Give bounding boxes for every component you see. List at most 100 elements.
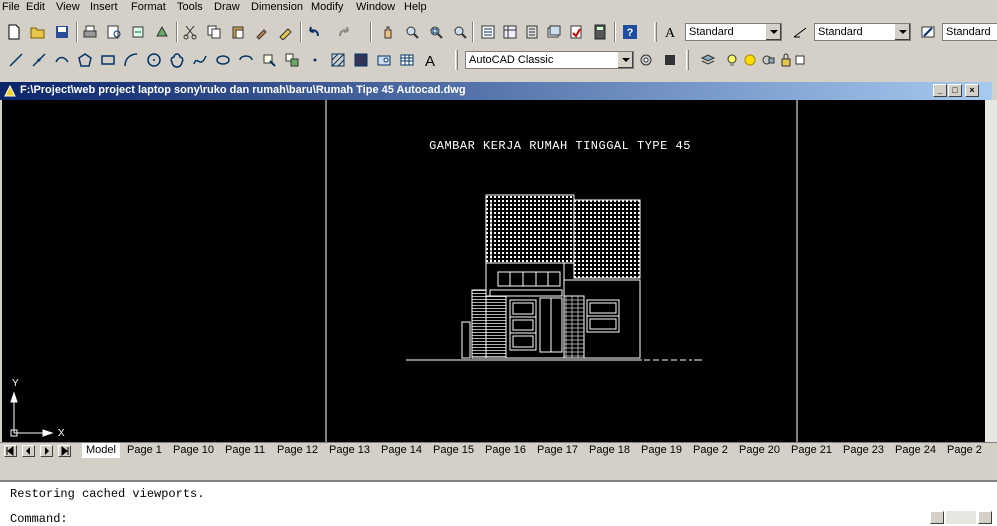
menu-insert[interactable]: Insert [90, 1, 118, 13]
first-tab-icon[interactable] [4, 445, 17, 457]
gradient-icon[interactable] [351, 50, 371, 70]
close-button[interactable]: × [965, 84, 979, 97]
menu-window[interactable]: Window [356, 1, 395, 13]
circle-icon[interactable] [144, 50, 164, 70]
insert-block-icon[interactable] [259, 50, 279, 70]
tab-page-15[interactable]: Page 15 [429, 443, 478, 458]
cut-icon[interactable] [180, 22, 200, 42]
point-icon[interactable] [305, 50, 325, 70]
workspace-icon[interactable] [660, 50, 680, 70]
text-style-select[interactable]: Standard [685, 23, 782, 41]
design-center-icon[interactable] [500, 22, 520, 42]
menu-modify[interactable]: Modify [311, 1, 343, 13]
redo-icon[interactable] [334, 22, 354, 42]
arc-icon[interactable] [121, 50, 141, 70]
tab-page-16[interactable]: Page 16 [481, 443, 530, 458]
block-editor-icon[interactable] [276, 22, 296, 42]
ellipse-icon[interactable] [213, 50, 233, 70]
tab-page-13[interactable]: Page 13 [325, 443, 374, 458]
menu-help[interactable]: Help [404, 1, 427, 13]
tab-model[interactable]: Model [82, 443, 120, 458]
vertical-scrollbar[interactable] [985, 100, 997, 442]
paste-icon[interactable] [228, 22, 248, 42]
calculator-icon[interactable] [590, 22, 610, 42]
dimension-style-icon[interactable] [790, 22, 810, 42]
line-icon[interactable] [6, 50, 26, 70]
scroll-left-icon[interactable] [930, 511, 944, 524]
chevron-down-icon[interactable] [765, 24, 781, 40]
pan-icon[interactable] [378, 22, 398, 42]
drawing-canvas[interactable]: GAMBAR KERJA RUMAH TINGGAL TYPE 45 Y X [2, 100, 985, 442]
plot-icon[interactable] [80, 22, 100, 42]
table-icon[interactable] [397, 50, 417, 70]
menu-dimension[interactable]: Dimension [251, 1, 303, 13]
tab-page-11[interactable]: Page 11 [221, 443, 269, 458]
polyline-icon[interactable] [52, 50, 72, 70]
spline-icon[interactable] [190, 50, 210, 70]
tab-page-17[interactable]: Page 17 [533, 443, 582, 458]
new-icon[interactable] [4, 22, 24, 42]
zoom-realtime-icon[interactable] [402, 22, 422, 42]
table-style-select[interactable]: Standard [942, 23, 997, 41]
sheet-set-icon[interactable] [544, 22, 564, 42]
toolbar-grip[interactable] [686, 50, 689, 70]
menu-file[interactable]: File [2, 1, 20, 13]
layer-manager-icon[interactable] [698, 50, 718, 70]
workspace-select[interactable]: AutoCAD Classic [465, 51, 634, 69]
prev-tab-icon[interactable] [22, 445, 35, 457]
tab-page-20[interactable]: Page 20 [735, 443, 784, 458]
chevron-down-icon[interactable] [617, 52, 633, 68]
zoom-window-icon[interactable] [426, 22, 446, 42]
scroll-right-icon[interactable] [978, 511, 992, 524]
text-style-icon[interactable]: A [660, 22, 680, 42]
autocad-document-icon[interactable] [3, 84, 17, 98]
chevron-down-icon[interactable] [894, 24, 910, 40]
properties-icon[interactable] [478, 22, 498, 42]
hatch-icon[interactable] [328, 50, 348, 70]
rectangle-icon[interactable] [98, 50, 118, 70]
help-icon[interactable]: ? [620, 22, 640, 42]
revision-cloud-icon[interactable] [167, 50, 187, 70]
minimize-button[interactable]: _ [933, 84, 947, 97]
tab-page-14[interactable]: Page 14 [377, 443, 426, 458]
tab-page-1[interactable]: Page 1 [123, 443, 166, 458]
construction-line-icon[interactable] [29, 50, 49, 70]
polygon-icon[interactable] [75, 50, 95, 70]
tab-page-12[interactable]: Page 12 [273, 443, 322, 458]
menu-edit[interactable]: Edit [26, 1, 45, 13]
markup-icon[interactable] [566, 22, 586, 42]
tab-page-2b[interactable]: Page 2 [943, 443, 986, 458]
zoom-previous-icon[interactable] [450, 22, 470, 42]
multiline-text-icon[interactable]: A [420, 50, 440, 70]
copy-icon[interactable] [204, 22, 224, 42]
tab-page-23[interactable]: Page 23 [839, 443, 888, 458]
publish-icon[interactable] [128, 22, 148, 42]
plot-preview-icon[interactable] [104, 22, 124, 42]
toolbar-grip[interactable] [654, 22, 657, 42]
tab-page-24[interactable]: Page 24 [891, 443, 940, 458]
last-tab-icon[interactable] [58, 445, 71, 457]
make-block-icon[interactable] [282, 50, 302, 70]
open-icon[interactable] [28, 22, 48, 42]
region-icon[interactable] [374, 50, 394, 70]
save-icon[interactable] [52, 22, 72, 42]
lightbulb-icon[interactable] [722, 50, 742, 70]
layer-color-icon[interactable] [790, 50, 810, 70]
menu-tools[interactable]: Tools [177, 1, 203, 13]
toolbar-grip[interactable] [455, 50, 458, 70]
viewport-freeze-icon[interactable] [758, 50, 778, 70]
tab-page-18[interactable]: Page 18 [585, 443, 634, 458]
3d-dwf-icon[interactable] [152, 22, 172, 42]
dimension-style-select[interactable]: Standard [814, 23, 911, 41]
tab-page-10[interactable]: Page 10 [169, 443, 218, 458]
document-title-bar[interactable]: F:\Project\web project laptop sony\ruko … [0, 82, 992, 100]
command-window[interactable]: Restoring cached viewports. Command: [0, 480, 997, 526]
next-tab-icon[interactable] [40, 445, 53, 457]
ellipse-arc-icon[interactable] [236, 50, 256, 70]
tab-page-19[interactable]: Page 19 [637, 443, 686, 458]
maximize-button[interactable]: □ [948, 84, 962, 97]
match-properties-icon[interactable] [252, 22, 272, 42]
menu-view[interactable]: View [56, 1, 80, 13]
tab-page-2[interactable]: Page 2 [689, 443, 732, 458]
tool-palettes-icon[interactable] [522, 22, 542, 42]
